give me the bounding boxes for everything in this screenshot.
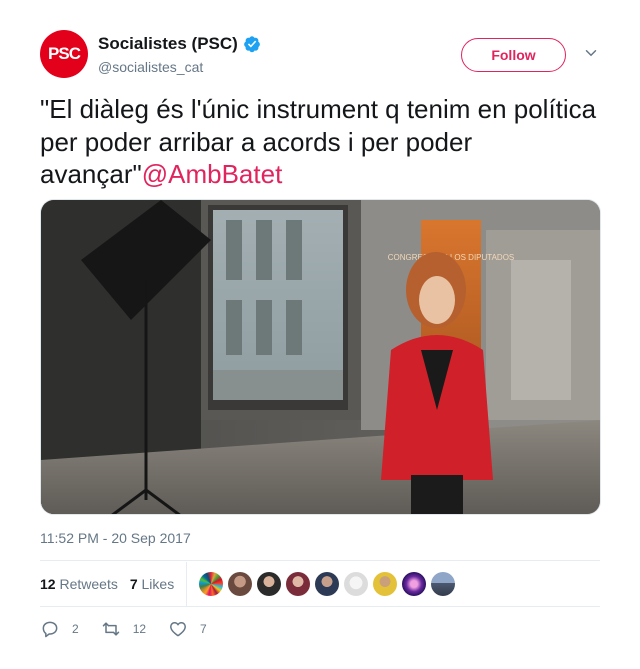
tweet-actions: 2 12 7 xyxy=(40,618,600,640)
avatar-text: PSC xyxy=(48,44,81,63)
tweet-header: PSC Socialistes (PSC) @socialistes_cat F… xyxy=(40,30,606,82)
tweet-photo[interactable]: CONGRESO DE LOS DIPUTADOS xyxy=(40,199,601,515)
author-name-row[interactable]: Socialistes (PSC) xyxy=(98,34,261,54)
retweet-icon xyxy=(102,622,119,636)
liker-avatar[interactable] xyxy=(315,572,340,596)
retweet-button[interactable]: 12 xyxy=(101,619,146,639)
divider-top xyxy=(40,560,600,561)
retweet-count: 12 xyxy=(132,622,147,636)
liker-avatar[interactable] xyxy=(402,572,427,596)
verified-badge-icon xyxy=(243,36,260,53)
likes-count: 7 xyxy=(129,576,138,592)
likes-label: Likes xyxy=(141,576,175,592)
photo-scene: CONGRESO DE LOS DIPUTADOS xyxy=(41,200,600,514)
reply-button[interactable]: 2 xyxy=(40,619,79,639)
author-avatar[interactable]: PSC xyxy=(40,30,88,78)
author-handle[interactable]: @socialistes_cat xyxy=(98,59,203,75)
divider-bottom xyxy=(40,606,600,607)
retweets-stat[interactable]: 12 Retweets xyxy=(40,576,118,592)
liker-avatar[interactable] xyxy=(257,572,282,596)
liker-avatar[interactable] xyxy=(344,572,369,596)
liker-avatar[interactable] xyxy=(431,572,456,596)
likes-stat[interactable]: 7 Likes xyxy=(130,576,174,592)
tweet-stats: 12 Retweets 7 Likes xyxy=(40,562,600,606)
follow-button[interactable]: Follow xyxy=(461,38,566,72)
like-count: 7 xyxy=(200,622,207,636)
tweet-text: "El diàleg és l'únic instrument q tenim … xyxy=(40,93,605,191)
like-icon xyxy=(170,622,186,637)
liker-avatar[interactable] xyxy=(286,572,311,596)
author-display-name[interactable]: Socialistes (PSC) xyxy=(98,34,238,54)
chevron-down-icon[interactable] xyxy=(582,44,600,62)
tweet-body: "El diàleg és l'únic instrument q tenim … xyxy=(40,94,597,189)
mention-link[interactable]: @AmbBatet xyxy=(142,159,283,189)
liker-avatar[interactable] xyxy=(373,572,398,596)
reply-icon xyxy=(42,621,58,638)
reply-count: 2 xyxy=(72,622,79,636)
retweets-count: 12 xyxy=(40,576,56,592)
liker-avatar[interactable] xyxy=(199,572,224,596)
like-button[interactable]: 7 xyxy=(168,619,207,639)
retweets-label: Retweets xyxy=(59,576,118,592)
likers-avatars xyxy=(199,572,460,596)
liker-avatar[interactable] xyxy=(228,572,253,596)
tweet-timestamp[interactable]: 11:52 PM - 20 Sep 2017 xyxy=(40,530,191,546)
stats-separator xyxy=(186,562,188,606)
